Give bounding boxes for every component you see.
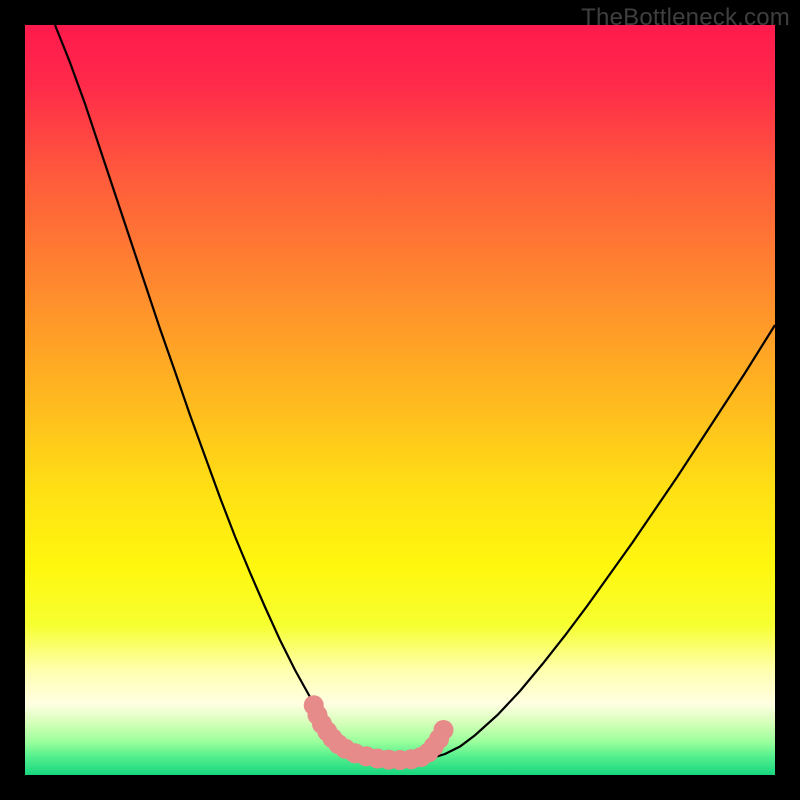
chart-plot-area [25,25,775,775]
watermark-text: TheBottleneck.com [581,4,790,32]
marker-dot [434,720,454,740]
chart-frame: TheBottleneck.com [0,0,800,800]
gradient-background [25,25,775,775]
chart-canvas [25,25,775,775]
